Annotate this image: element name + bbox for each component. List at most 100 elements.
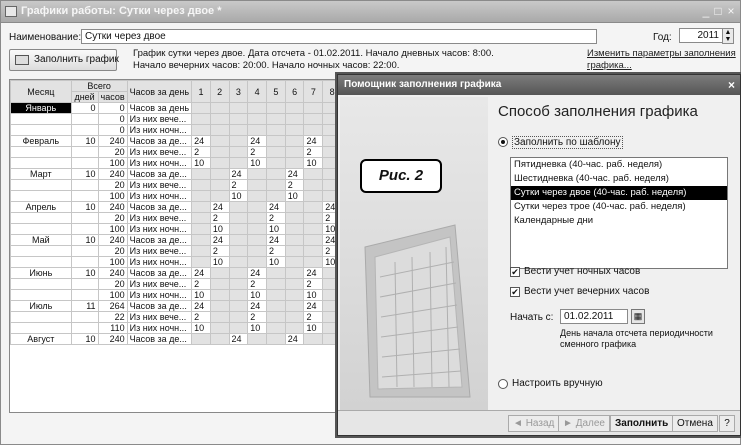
hours-cell[interactable]: 240 bbox=[97, 234, 128, 246]
day-cell[interactable] bbox=[284, 278, 305, 290]
hours-cell[interactable]: 22 bbox=[97, 311, 128, 323]
day-cell[interactable] bbox=[247, 223, 268, 235]
day-cell[interactable] bbox=[247, 245, 268, 257]
table-row[interactable]: Январь 0 0 Часов за день bbox=[10, 102, 342, 114]
month-cell[interactable]: Май bbox=[10, 234, 72, 246]
maximize-button[interactable]: □ bbox=[711, 4, 725, 18]
day-header[interactable]: 1 bbox=[191, 80, 211, 103]
hours-cell[interactable]: 0 bbox=[97, 113, 128, 125]
days-cell[interactable]: 10 bbox=[70, 267, 99, 279]
close-button[interactable]: × bbox=[724, 4, 738, 18]
hours-per-day-header[interactable]: Часов за день bbox=[126, 80, 193, 103]
day-cell[interactable] bbox=[228, 146, 249, 158]
table-row[interactable]: 100 Из них ночн... 10 10 bbox=[10, 190, 342, 202]
table-row[interactable]: Июнь 10 240 Часов за де... 24 24 24 bbox=[10, 267, 342, 279]
day-cell[interactable] bbox=[303, 234, 324, 246]
hours-type-cell[interactable]: Часов за де... bbox=[126, 300, 193, 312]
day-cell[interactable] bbox=[266, 322, 286, 334]
day-cell[interactable]: 2 bbox=[266, 245, 286, 257]
day-cell[interactable] bbox=[266, 179, 286, 191]
day-cell[interactable] bbox=[303, 113, 324, 125]
day-cell[interactable]: 10 bbox=[284, 190, 305, 202]
hours-type-cell[interactable]: Из них вече... bbox=[126, 212, 193, 224]
days-cell[interactable] bbox=[70, 322, 99, 334]
table-row[interactable]: Март 10 240 Часов за де... 24 24 bbox=[10, 168, 342, 180]
fill-by-template-label[interactable]: Заполнить по шаблону bbox=[512, 136, 623, 149]
day-cell[interactable]: 2 bbox=[284, 179, 305, 191]
day-cell[interactable] bbox=[191, 168, 211, 180]
day-cell[interactable]: 24 bbox=[247, 267, 268, 279]
hours-cell[interactable]: 20 bbox=[97, 212, 128, 224]
days-cell[interactable] bbox=[70, 278, 99, 290]
day-cell[interactable]: 24 bbox=[303, 300, 324, 312]
day-cell[interactable] bbox=[191, 113, 211, 125]
day-cell[interactable] bbox=[228, 300, 249, 312]
table-row[interactable]: 0 Из них вече... bbox=[10, 113, 342, 125]
day-cell[interactable]: 10 bbox=[303, 157, 324, 169]
hours-cell[interactable]: 100 bbox=[97, 256, 128, 268]
day-cell[interactable] bbox=[228, 113, 249, 125]
day-cell[interactable] bbox=[228, 212, 249, 224]
template-item[interactable]: Шестидневка (40-час. раб. неделя) bbox=[511, 172, 727, 186]
day-cell[interactable]: 10 bbox=[266, 223, 286, 235]
hours-cell[interactable]: 100 bbox=[97, 289, 128, 301]
table-row[interactable]: 20 Из них вече... 2 2 2 bbox=[10, 278, 342, 290]
hours-type-cell[interactable]: Часов за де... bbox=[126, 168, 193, 180]
month-cell[interactable] bbox=[10, 157, 72, 169]
day-cell[interactable]: 10 bbox=[191, 157, 211, 169]
hours-cell[interactable]: 264 bbox=[97, 300, 128, 312]
day-cell[interactable] bbox=[209, 322, 230, 334]
day-cell[interactable] bbox=[191, 333, 211, 345]
days-cell[interactable] bbox=[70, 190, 99, 202]
day-header[interactable]: 7 bbox=[303, 80, 324, 103]
day-cell[interactable] bbox=[284, 201, 305, 213]
days-cell[interactable] bbox=[70, 146, 99, 158]
day-cell[interactable] bbox=[303, 212, 324, 224]
day-cell[interactable]: 2 bbox=[303, 311, 324, 323]
year-field[interactable]: 2011 bbox=[679, 28, 723, 43]
day-cell[interactable] bbox=[247, 212, 268, 224]
help-button[interactable]: ? bbox=[719, 415, 735, 432]
table-row[interactable]: 100 Из них ночн... 10 10 10 bbox=[10, 256, 342, 268]
day-cell[interactable] bbox=[191, 201, 211, 213]
day-header[interactable]: 4 bbox=[247, 80, 268, 103]
day-cell[interactable] bbox=[247, 113, 268, 125]
day-cell[interactable] bbox=[247, 190, 268, 202]
hours-cell[interactable]: 240 bbox=[97, 135, 128, 147]
cancel-button[interactable]: Отмена bbox=[672, 415, 718, 432]
evening-hours-checkbox[interactable]: ✔ bbox=[510, 287, 520, 297]
day-cell[interactable] bbox=[209, 179, 230, 191]
month-cell[interactable]: Январь bbox=[10, 102, 72, 114]
table-row[interactable]: Май 10 240 Часов за де... 24 24 24 bbox=[10, 234, 342, 246]
days-cell[interactable]: 10 bbox=[70, 234, 99, 246]
day-cell[interactable] bbox=[247, 124, 268, 136]
day-header[interactable]: 3 bbox=[228, 80, 249, 103]
hours-type-cell[interactable]: Часов за де... bbox=[126, 234, 193, 246]
days-cell[interactable] bbox=[70, 179, 99, 191]
day-cell[interactable]: 24 bbox=[247, 135, 268, 147]
day-cell[interactable] bbox=[209, 113, 230, 125]
day-cell[interactable]: 2 bbox=[191, 146, 211, 158]
day-cell[interactable] bbox=[284, 113, 305, 125]
day-cell[interactable] bbox=[247, 168, 268, 180]
day-cell[interactable] bbox=[266, 289, 286, 301]
days-cell[interactable] bbox=[70, 124, 99, 136]
day-cell[interactable]: 24 bbox=[303, 135, 324, 147]
day-cell[interactable] bbox=[303, 179, 324, 191]
month-cell[interactable] bbox=[10, 179, 72, 191]
month-cell[interactable] bbox=[10, 311, 72, 323]
days-cell[interactable]: 10 bbox=[70, 333, 99, 345]
table-row[interactable]: Июль 11 264 Часов за де... 24 24 24 bbox=[10, 300, 342, 312]
day-cell[interactable]: 24 bbox=[266, 201, 286, 213]
hours-type-cell[interactable]: Из них вече... bbox=[126, 245, 193, 257]
template-item[interactable]: Сутки через трое (40-час. раб. неделя) bbox=[511, 200, 727, 214]
hours-type-cell[interactable]: Часов за де... bbox=[126, 135, 193, 147]
night-hours-checkbox[interactable]: ✔ bbox=[510, 267, 520, 277]
table-row[interactable]: 22 Из них вече... 2 2 2 bbox=[10, 311, 342, 323]
day-cell[interactable] bbox=[303, 124, 324, 136]
table-row[interactable]: 20 Из них вече... 2 2 2 bbox=[10, 245, 342, 257]
day-cell[interactable] bbox=[228, 245, 249, 257]
calendar-picker-icon[interactable]: ▦ bbox=[631, 309, 645, 324]
hours-type-cell[interactable]: Из них вече... bbox=[126, 113, 193, 125]
day-cell[interactable]: 2 bbox=[303, 278, 324, 290]
